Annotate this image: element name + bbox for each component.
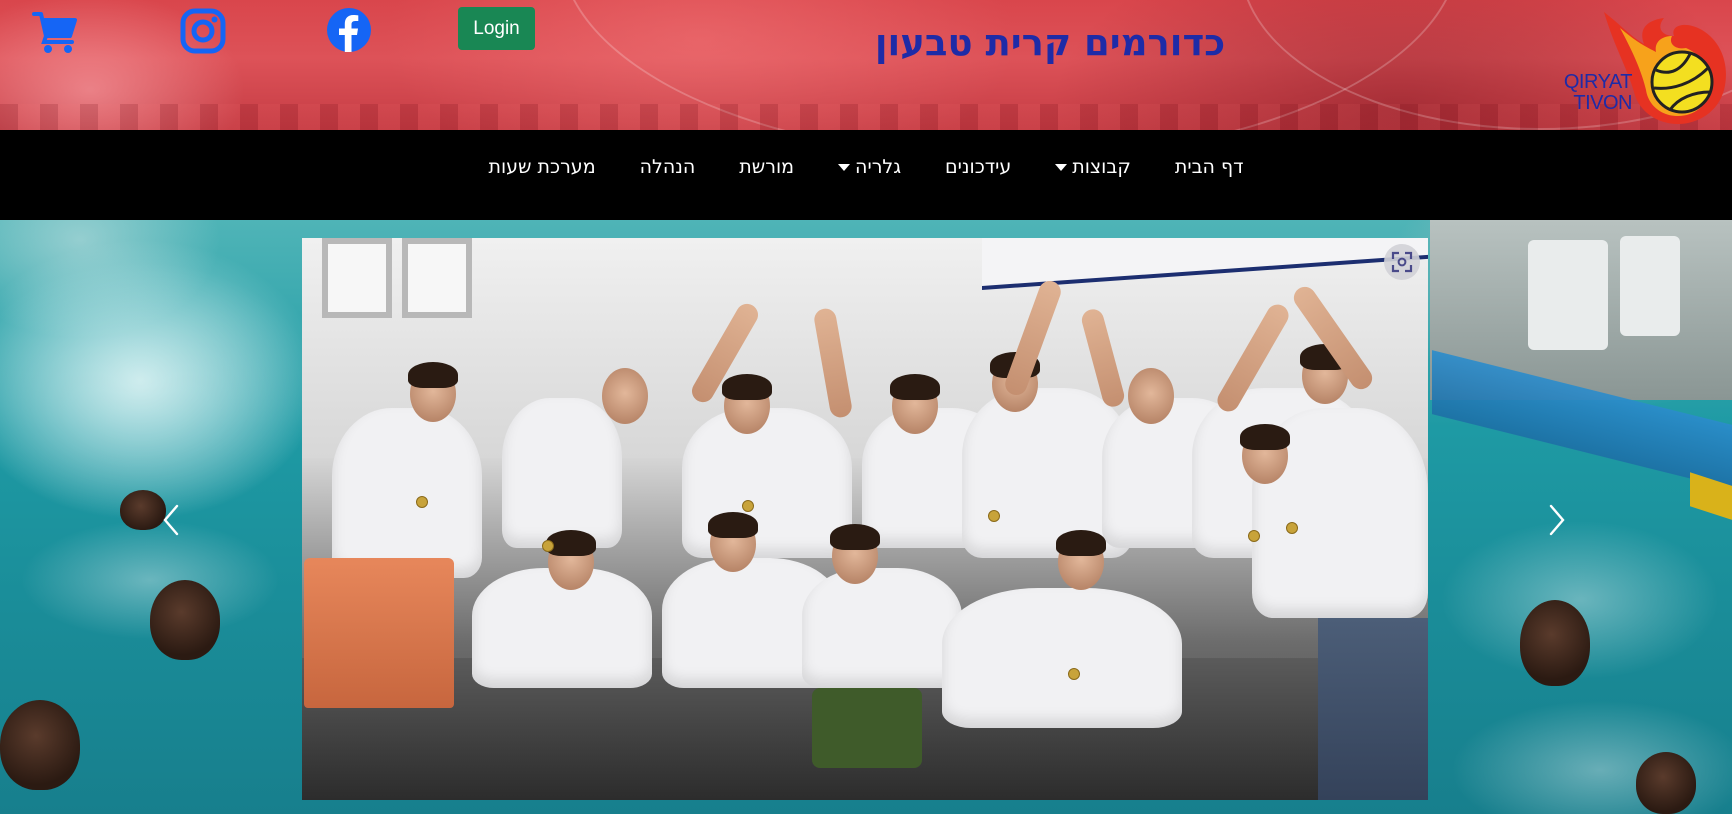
swimmer-decoration [1636,752,1696,814]
fullscreen-icon[interactable] [1384,244,1420,280]
caret-down-icon [1055,163,1068,171]
nav-item-updates[interactable]: עידכונים [923,156,1033,178]
chevron-right-icon [1549,504,1565,536]
instagram-icon[interactable] [180,8,226,54]
nav-item-label: מערכת שעות [488,156,596,178]
nav-item-label: קבוצות [1072,156,1131,178]
login-button[interactable]: Login [458,7,535,50]
photo-person [942,588,1182,728]
logo-text-line2: TIVON [1573,92,1632,114]
nav-item-label: מורשת [739,156,795,178]
swimmer-decoration [150,580,220,660]
caret-down-icon [838,163,851,171]
carousel-prev-button[interactable] [156,500,186,540]
photo-medal [1068,668,1080,680]
photo-person-hair [1240,424,1290,450]
nav-item-home[interactable]: דף הבית [1153,156,1266,178]
facebook-icon[interactable] [326,7,372,53]
photo-green-shorts [812,688,922,768]
nav-item-management[interactable]: הנהלה [618,156,718,178]
stadium-seats-decoration [0,104,1732,130]
carousel-slide-image [302,238,1428,800]
photo-jeans [1318,618,1428,800]
photo-medal [542,540,554,552]
nav-item-heritage[interactable]: מורשת [717,156,816,178]
photo-medal [1286,522,1298,534]
cart-icon[interactable] [32,8,78,54]
photo-person-head [602,368,648,424]
logo-text-line1: QIRYAT [1563,71,1633,93]
photo-person-head [1128,368,1174,424]
nav-item-teams[interactable]: קבוצות [1033,156,1153,178]
photo-medal [742,500,754,512]
nav-list: דף הבית קבוצות עידכונים גלריה מורשת הנהל… [0,130,1732,204]
club-logo[interactable]: QIRYAT TIVON [1552,6,1730,124]
photo-person [502,398,622,548]
nav-item-schedule[interactable]: מערכת שעות [466,156,617,178]
nav-item-gallery[interactable]: גלריה [816,156,923,178]
nav-item-label: גלריה [855,156,902,178]
photo-person-hair [890,374,940,400]
photo-medal [988,510,1000,522]
site-header: Login כדורמים קרית טבעון QIRYAT TIVON [0,0,1732,130]
photo-person [332,408,482,578]
photo-person [682,408,852,558]
photo-person-hair [708,512,758,538]
swimmer-decoration [0,700,80,790]
swimmer-decoration [1520,600,1590,686]
photo-orange-towel [304,558,454,708]
nav-item-label: דף הבית [1174,156,1244,178]
nav-item-label: הנהלה [639,156,696,178]
pool-chair-decoration [1620,236,1680,336]
photo-person-hair [830,524,880,550]
photo-medal [1248,530,1260,542]
pool-chair-decoration [1528,240,1608,350]
photo-person-hair [1056,530,1106,556]
water-splash-decoration [0,260,320,520]
chevron-left-icon [163,504,179,536]
photo-window [402,238,472,318]
site-title: כדורמים קרית טבעון [874,21,1226,64]
photo-window [322,238,392,318]
main-navbar: דף הבית קבוצות עידכונים גלריה מורשת הנהל… [0,130,1732,220]
photo-medal [416,496,428,508]
nav-item-label: עידכונים [945,156,1012,178]
logo-text: QIRYAT TIVON [1552,71,1633,114]
photo-person-hair [722,374,772,400]
photo-person-hair [408,362,458,388]
photo-person [802,568,962,688]
carousel-next-button[interactable] [1542,500,1572,540]
